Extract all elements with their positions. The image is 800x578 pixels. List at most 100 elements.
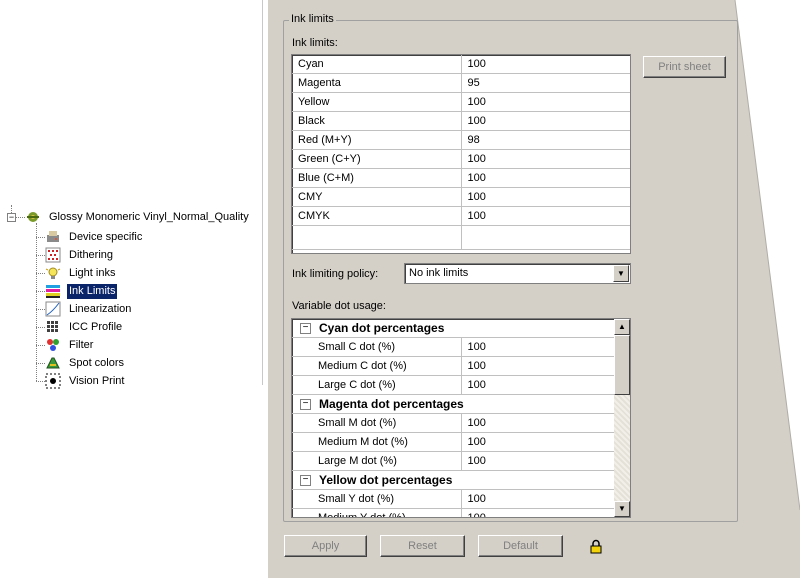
collapse-icon[interactable]: − [300, 323, 311, 335]
tree-item-ink-limits[interactable]: Ink Limits [45, 282, 118, 300]
category-title: Cyan dot percentages [319, 321, 445, 335]
collapse-icon[interactable]: − [300, 399, 311, 411]
property-value[interactable]: 100 [461, 508, 614, 517]
ink-name-cell: CMY [292, 187, 462, 207]
print-sheet-button[interactable]: Print sheet [643, 56, 726, 78]
property-row[interactable]: Medium Y dot (%) 100 [292, 508, 614, 517]
ink-name-cell: Yellow [292, 92, 462, 112]
default-button[interactable]: Default [478, 535, 563, 557]
tree-item-spot-colors[interactable]: Spot colors [45, 354, 126, 372]
property-value[interactable]: 100 [461, 413, 614, 433]
vision-print-icon [45, 373, 61, 389]
ink-limits-table[interactable]: Cyan 100 Magenta 95 Yellow 100 Black 100 Red (M+… [291, 54, 631, 254]
chevron-down-icon[interactable]: ▼ [613, 265, 629, 282]
ink-value-cell[interactable] [461, 225, 630, 250]
property-name: Medium Y dot (%) [292, 508, 462, 517]
scroll-down-icon[interactable]: ▼ [614, 501, 630, 517]
ink-name-cell: Green (C+Y) [292, 149, 462, 169]
ink-limits-label: Ink limits: [292, 37, 338, 49]
reset-button[interactable]: Reset [380, 535, 465, 557]
ink-value-cell[interactable]: 100 [461, 55, 630, 74]
tree-item-vision-print[interactable]: Vision Print [45, 372, 126, 390]
tree-root[interactable]: Glossy Monomeric Vinyl_Normal_Quality [25, 208, 251, 226]
table-row[interactable] [292, 225, 630, 250]
ink-value-cell[interactable]: 100 [461, 111, 630, 131]
ink-value-cell[interactable]: 100 [461, 206, 630, 226]
property-row[interactable]: Small C dot (%) 100 [292, 337, 614, 357]
table-row[interactable]: Yellow 100 [292, 92, 630, 112]
table-row[interactable]: Blue (C+M) 100 [292, 168, 630, 188]
settings-tree: − Glossy Monomeric Vinyl_Normal_Quality … [0, 205, 265, 395]
vertical-scrollbar[interactable]: ▲ ▼ [614, 319, 630, 517]
tree-item-label: Light inks [69, 266, 116, 279]
tree-item-linearization[interactable]: Linearization [45, 300, 133, 318]
icc-profile-icon [45, 319, 61, 335]
property-value[interactable]: 100 [461, 432, 614, 452]
linearization-icon [45, 301, 61, 317]
tree-item-light-inks[interactable]: Light inks [45, 264, 117, 282]
tree-item-label: Vision Print [69, 374, 125, 387]
spot-colors-icon [45, 355, 61, 371]
ink-limits-icon [45, 283, 61, 299]
variable-dot-grid[interactable]: − Cyan dot percentages Small C dot (%) 100 M… [291, 318, 631, 518]
property-row[interactable]: Large M dot (%) 100 [292, 451, 614, 471]
table-row[interactable]: CMYK 100 [292, 206, 630, 226]
policy-label: Ink limiting policy: [292, 268, 379, 280]
tree-item-label: Linearization [69, 302, 132, 315]
category-row[interactable]: − Magenta dot percentages [292, 394, 614, 414]
variable-dot-label: Variable dot usage: [292, 300, 386, 312]
table-row[interactable]: Red (M+Y) 98 [292, 130, 630, 150]
property-name: Medium C dot (%) [292, 356, 462, 376]
ink-value-cell[interactable]: 100 [461, 149, 630, 169]
tree-item-dithering[interactable]: Dithering [45, 246, 115, 264]
ink-value-cell[interactable]: 100 [461, 92, 630, 112]
ink-limiting-policy-select[interactable]: No ink limits ▼ [404, 263, 631, 284]
tree-item-icc-profile[interactable]: ICC Profile [45, 318, 124, 336]
ink-value-cell[interactable]: 95 [461, 73, 630, 93]
lock-icon[interactable] [590, 539, 602, 557]
tree-item-label: ICC Profile [69, 320, 123, 333]
ink-name-cell: Red (M+Y) [292, 130, 462, 150]
category-title: Yellow dot percentages [319, 473, 453, 487]
property-value[interactable]: 100 [461, 356, 614, 376]
category-row[interactable]: − Cyan dot percentages [292, 319, 614, 338]
property-row[interactable]: Small M dot (%) 100 [292, 413, 614, 433]
device-specific-icon [45, 229, 61, 245]
category-row[interactable]: − Yellow dot percentages [292, 470, 614, 490]
ink-value-cell[interactable]: 100 [461, 168, 630, 188]
pane-separator[interactable] [262, 0, 263, 385]
property-value[interactable]: 100 [461, 337, 614, 357]
policy-value: No ink limits [409, 267, 469, 279]
collapse-icon[interactable]: − [300, 475, 311, 487]
table-row[interactable]: Cyan 100 [292, 55, 630, 74]
scroll-thumb[interactable] [614, 335, 630, 395]
property-name: Small M dot (%) [292, 413, 462, 433]
property-row[interactable]: Large C dot (%) 100 [292, 375, 614, 395]
apply-button[interactable]: Apply [284, 535, 367, 557]
scroll-up-icon[interactable]: ▲ [614, 319, 630, 335]
ink-name-cell: CMYK [292, 206, 462, 226]
table-row[interactable]: Magenta 95 [292, 73, 630, 93]
table-row[interactable]: CMY 100 [292, 187, 630, 207]
property-name: Small C dot (%) [292, 337, 462, 357]
ink-value-cell[interactable]: 100 [461, 187, 630, 207]
property-value[interactable]: 100 [461, 375, 614, 395]
ink-name-cell: Magenta [292, 73, 462, 93]
tree-item-filter[interactable]: Filter [45, 336, 95, 354]
property-value[interactable]: 100 [461, 451, 614, 471]
property-row[interactable]: Medium C dot (%) 100 [292, 356, 614, 376]
dithering-icon [45, 247, 61, 263]
tree-item-device-specific[interactable]: Device specific [45, 228, 144, 246]
property-row[interactable]: Medium M dot (%) 100 [292, 432, 614, 452]
ink-name-cell: Blue (C+M) [292, 168, 462, 188]
property-value[interactable]: 100 [461, 489, 614, 509]
ink-value-cell[interactable]: 98 [461, 130, 630, 150]
table-row[interactable]: Green (C+Y) 100 [292, 149, 630, 169]
tree-item-label: Dithering [69, 248, 114, 261]
table-row[interactable]: Black 100 [292, 111, 630, 131]
printer-profile-icon [25, 209, 41, 225]
tree-item-label: Filter [69, 338, 94, 351]
property-row[interactable]: Small Y dot (%) 100 [292, 489, 614, 509]
ink-name-cell: Cyan [292, 55, 462, 74]
tree-root-label: Glossy Monomeric Vinyl_Normal_Quality [49, 210, 249, 223]
